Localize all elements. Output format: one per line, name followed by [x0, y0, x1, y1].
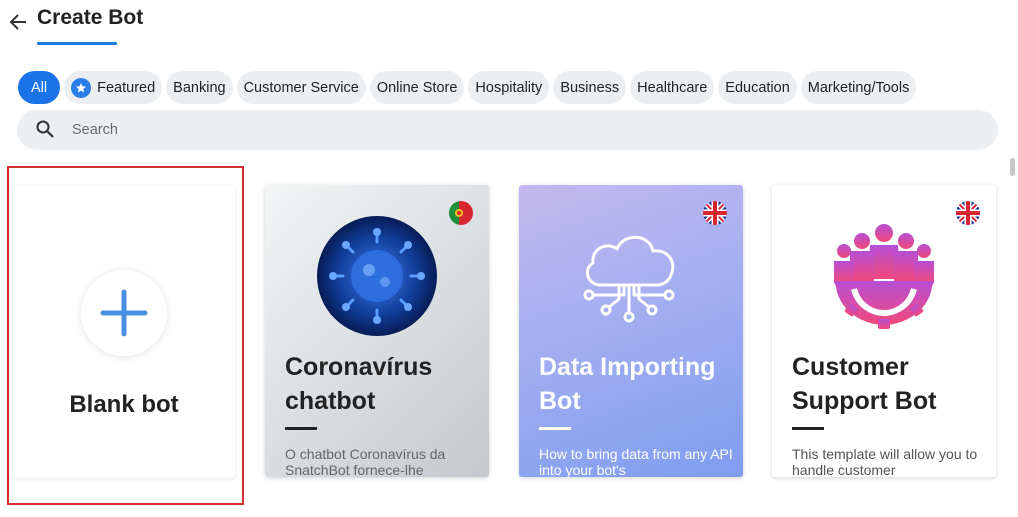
search-input[interactable] [72, 110, 972, 150]
card-description: O chatbot Coronavírus da SnatchBot forne… [285, 446, 446, 477]
page-title: Create Bot [37, 6, 144, 29]
uk-flag-icon [956, 201, 980, 225]
chip-label: All [31, 79, 48, 96]
scrollbar-thumb[interactable] [1010, 158, 1015, 176]
card-title: Data Importing Bot [539, 353, 716, 415]
card-description: This template will allow you to handle c… [792, 446, 978, 477]
card-divider [285, 427, 317, 430]
chip-label: Customer Service [243, 79, 359, 96]
chip-label: Healthcare [637, 79, 708, 96]
card-divider [792, 427, 824, 430]
chip-label: Education [725, 79, 790, 96]
chip-marketing-tools[interactable]: Marketing/Tools [800, 71, 917, 104]
chip-label: Featured [97, 79, 156, 96]
chip-business[interactable]: Business [553, 71, 627, 104]
chip-label: Business [560, 79, 620, 96]
chip-online-store[interactable]: Online Store [369, 71, 465, 104]
star-icon [71, 77, 92, 98]
card-title: Coronavírus chatbot [285, 353, 433, 415]
category-filter-bar: All Featured Banking Customer Service On… [18, 71, 917, 104]
chip-customer-service[interactable]: Customer Service [236, 71, 366, 104]
chip-label: Marketing/Tools [807, 79, 910, 96]
team-gear-icon [832, 221, 936, 334]
template-card-data-importing[interactable]: Data Importing Bot How to bring data fro… [519, 185, 743, 477]
uk-flag-icon [703, 201, 727, 225]
search-bar [17, 110, 998, 150]
chip-education[interactable]: Education [718, 71, 797, 104]
chip-label: Hospitality [475, 79, 543, 96]
back-arrow-icon[interactable] [8, 10, 28, 32]
template-card-customer-support[interactable]: Customer Support Bot This template will … [772, 185, 996, 477]
chip-label: Online Store [376, 79, 458, 96]
card-description: How to bring data from any API into your… [539, 446, 733, 477]
chip-featured[interactable]: Featured [64, 71, 163, 104]
blank-bot-card[interactable]: Blank bot [13, 185, 235, 478]
portugal-flag-icon [449, 201, 473, 225]
card-divider [539, 427, 571, 430]
blank-bot-label: Blank bot [69, 391, 179, 418]
coronavirus-icon [317, 216, 437, 341]
plus-icon [81, 270, 167, 356]
chip-label: Banking [173, 79, 226, 96]
chip-banking[interactable]: Banking [166, 71, 233, 104]
chip-hospitality[interactable]: Hospitality [468, 71, 550, 104]
template-card-coronavirus[interactable]: Coronavírus chatbot O chatbot Coronavíru… [265, 185, 489, 477]
chip-healthcare[interactable]: Healthcare [630, 71, 715, 104]
chip-all[interactable]: All [18, 71, 61, 104]
search-icon [35, 119, 55, 139]
title-underline [37, 42, 117, 45]
card-title: Customer Support Bot [792, 353, 937, 415]
cloud-data-icon [579, 225, 679, 330]
